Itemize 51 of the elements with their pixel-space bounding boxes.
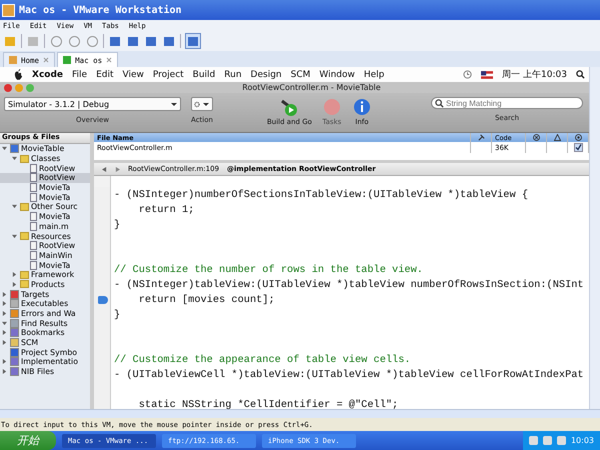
hammer-icon[interactable] [478,134,484,141]
code-line: - (NSInteger)numberOfSectionsInTableView:(UITableView *)tableView { [113,188,528,200]
code-line: return 1; [138,204,194,216]
clock-text[interactable]: 周一 上午10:03 [502,68,567,81]
stop-icon [322,97,342,117]
menu-item[interactable]: Help [364,70,384,80]
menu-item[interactable]: View [122,70,144,80]
code-line: static NSString *CellIdentifier = @"Cell"; [138,398,398,409]
menu-item[interactable]: Design [250,70,282,80]
menu-item[interactable]: File [72,70,88,80]
warning-icon[interactable] [554,134,560,141]
code-line: - (UITableViewCell *)tableView:(UITableView *)tableView cellForRowAtIndexPat [113,368,584,380]
clock-icon[interactable] [463,70,472,79]
menu-item[interactable]: Xcode [32,70,64,80]
checkbox[interactable] [574,143,582,152]
error-icon[interactable] [532,134,540,141]
breakpoint-marker[interactable] [98,296,108,304]
forward-icon[interactable] [115,166,120,172]
menu-item[interactable]: Build [192,70,216,80]
gear-icon [194,100,200,108]
code-line: return [movies count]; [138,294,275,306]
disclosure-triangle-icon[interactable] [12,234,17,239]
disclosure-triangle-icon[interactable] [12,204,17,210]
code-line: } [113,218,120,230]
close-icon[interactable] [106,57,112,63]
scrollbar[interactable] [589,67,600,409]
start-button[interactable]: 开始 [0,431,56,450]
back-icon[interactable] [102,166,107,172]
code-line: // Customize the appearance of table view cells. [113,354,411,366]
window-title: Mac os - VMware Workstation [19,4,182,16]
menu-item[interactable]: Project [152,70,184,80]
info-icon [352,97,372,117]
scheme-dropdown[interactable]: Simulator - 3.1.2 | Debug [4,97,181,111]
apple-logo-icon[interactable] [14,69,23,80]
code-line: // Customize the number of rows in the table view. [113,264,423,276]
flag-icon[interactable] [481,70,494,78]
target-icon[interactable] [574,134,582,141]
menu-item[interactable]: SCM [290,70,310,80]
code-line: } [113,308,120,320]
code-line: - (NSInteger)tableView:(UITableView *)tableView numberOfRowsInSection:(NSInt [113,278,584,290]
search-icon [435,98,444,108]
window-title: RootViewController.m - MovieTable [241,83,382,92]
hammer-icon [279,97,300,117]
search-icon[interactable] [576,70,585,79]
menu-item[interactable]: Edit [96,70,114,80]
close-icon[interactable] [43,57,50,63]
menu-item[interactable]: Run [224,70,242,80]
action-menu-button[interactable] [191,97,213,111]
app-icon [2,4,15,16]
search-field[interactable]: String Matching [431,97,583,109]
menu-item[interactable]: Window [319,70,355,80]
